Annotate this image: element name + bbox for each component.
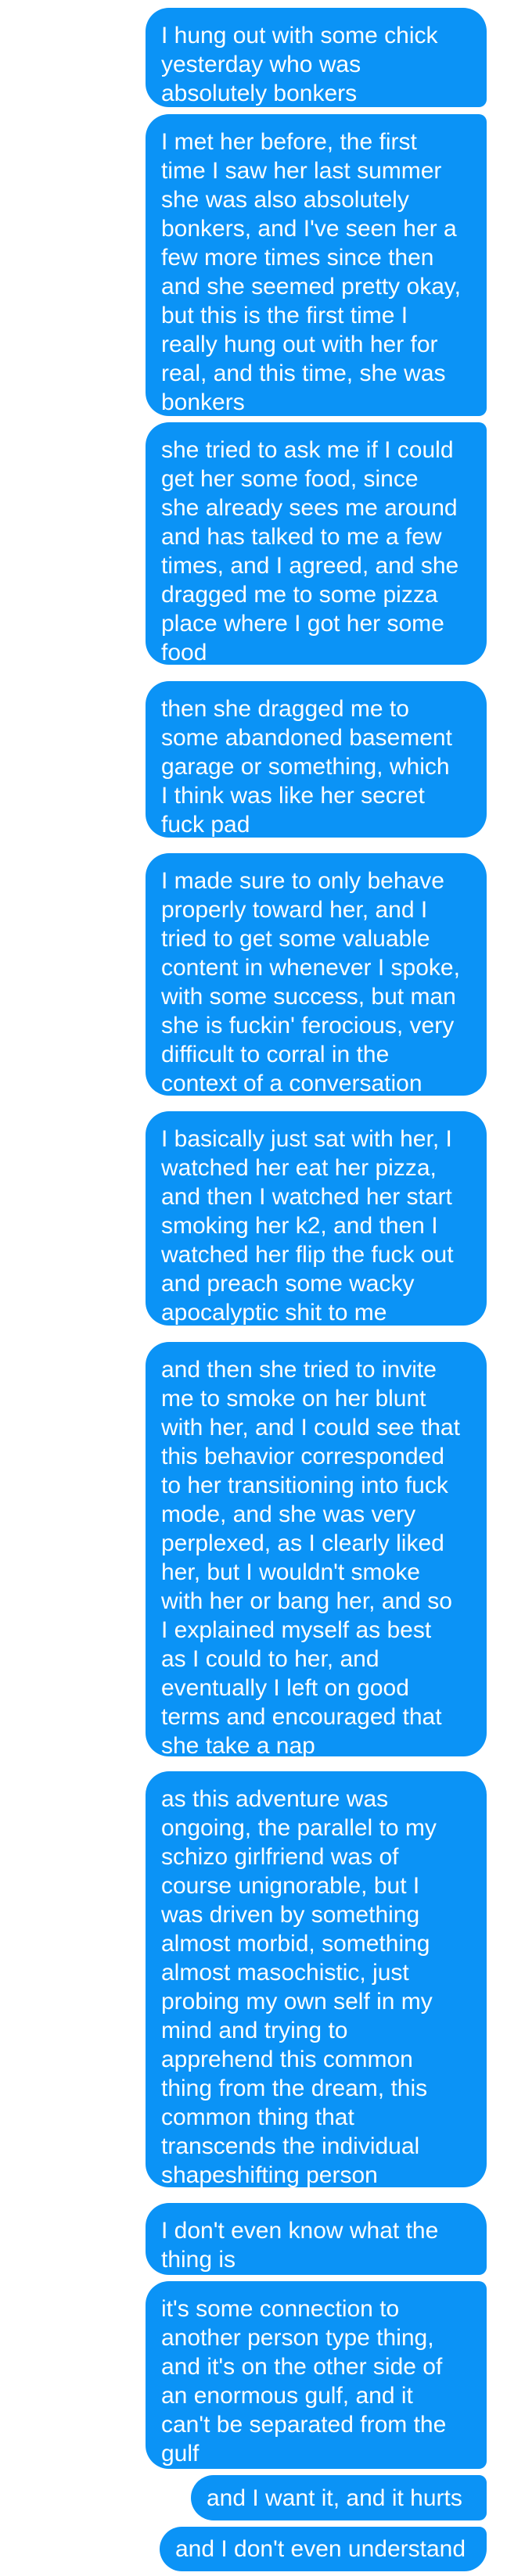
- message-bubble-11[interactable]: and I want it, and it hurts: [191, 2475, 487, 2520]
- message-bubble-10[interactable]: it's some connection to another person t…: [146, 2281, 487, 2469]
- message-bubble-7[interactable]: and then she tried to invite me to smoke…: [146, 1342, 487, 1756]
- message-bubble-6[interactable]: I basically just sat with her, I watched…: [146, 1111, 487, 1326]
- message-bubble-2[interactable]: I met her before, the first time I saw h…: [146, 114, 487, 416]
- message-bubble-8[interactable]: as this adventure was ongoing, the paral…: [146, 1771, 487, 2187]
- message-bubble-12[interactable]: and I don't even understand: [160, 2527, 487, 2571]
- message-bubble-5[interactable]: I made sure to only behave properly towa…: [146, 853, 487, 1096]
- message-bubble-3[interactable]: she tried to ask me if I could get her s…: [146, 422, 487, 665]
- message-bubble-9[interactable]: I don't even know what the thing is: [146, 2203, 487, 2275]
- message-thread: I hung out with some chick yesterday who…: [0, 0, 507, 2576]
- message-bubble-4[interactable]: then she dragged me to some abandoned ba…: [146, 681, 487, 838]
- message-bubble-1[interactable]: I hung out with some chick yesterday who…: [146, 8, 487, 107]
